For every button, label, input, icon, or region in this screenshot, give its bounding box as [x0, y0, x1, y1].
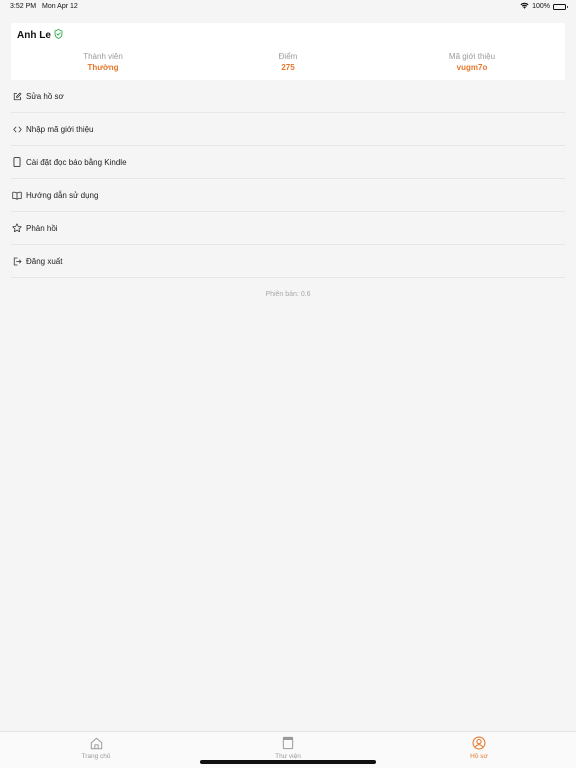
status-bar: 3:52 PM Mon Apr 12 100%: [0, 0, 576, 16]
battery-icon: [553, 3, 568, 10]
status-date: Mon Apr 12: [42, 3, 78, 10]
verified-shield-icon: [54, 29, 63, 42]
profile-card: Anh Le Thành viên Thường Điểm 275 Mã giớ…: [11, 23, 565, 80]
home-icon: [41, 735, 151, 751]
home-indicator: [200, 760, 376, 764]
stat-label: Thành viên: [83, 52, 123, 61]
star-icon: [12, 223, 22, 233]
menu-item-kindle-settings[interactable]: Cài đặt đọc báo bằng Kindle: [11, 146, 565, 179]
menu-item-label: Hướng dẫn sử dụng: [26, 190, 99, 200]
tab-label: Thư viện: [275, 753, 301, 760]
profile-stats: Thành viên Thường Điểm 275 Mã giới thiệu…: [11, 51, 565, 75]
tab-label: Hồ sơ: [470, 753, 488, 760]
menu-item-label: Đăng xuất: [26, 256, 63, 266]
stat-label: Mã giới thiệu: [448, 52, 496, 61]
menu-item-label: Sửa hồ sơ: [26, 91, 64, 101]
stat-membership: Thành viên Thường: [11, 51, 195, 74]
menu-item-feedback[interactable]: Phản hồi: [11, 212, 565, 245]
tab-profile[interactable]: Hồ sơ: [424, 735, 534, 765]
book-open-icon: [12, 190, 22, 200]
profile-icon: [424, 735, 534, 751]
menu-item-edit-profile[interactable]: Sửa hồ sơ: [11, 80, 565, 113]
menu-item-label: Nhập mã giới thiệu: [26, 124, 94, 134]
stat-referral-code: Mã giới thiệu vugm7o: [380, 51, 564, 74]
profile-name-row: Anh Le: [17, 29, 63, 42]
menu-item-label: Phản hồi: [26, 223, 58, 233]
app-version: Phiên bản: 0.6: [265, 291, 311, 298]
menu-item-user-guide[interactable]: Hướng dẫn sử dụng: [11, 179, 565, 212]
tablet-icon: [12, 157, 22, 167]
tab-label: Trang chủ: [81, 753, 111, 760]
battery-percent: 100%: [532, 3, 550, 10]
status-time: 3:52 PM: [10, 3, 37, 10]
stat-value: Thường: [87, 63, 119, 72]
profile-menu: Sửa hồ sơ Nhập mã giới thiệu Cài đặt đọc…: [11, 80, 565, 278]
wifi-icon: [520, 2, 529, 11]
logout-icon: [12, 256, 22, 266]
menu-item-logout[interactable]: Đăng xuất: [11, 245, 565, 278]
menu-item-label: Cài đặt đọc báo bằng Kindle: [26, 157, 127, 167]
stat-value: 275: [281, 63, 295, 72]
stat-label: Điểm: [278, 52, 298, 61]
tab-home[interactable]: Trang chủ: [41, 735, 151, 765]
stat-points: Điểm 275: [196, 51, 380, 74]
menu-item-enter-referral[interactable]: Nhập mã giới thiệu: [11, 113, 565, 146]
stat-value: vugm7o: [456, 63, 488, 72]
profile-name: Anh Le: [17, 30, 51, 41]
library-icon: [233, 735, 343, 751]
status-right: 100%: [520, 2, 568, 11]
code-icon: [12, 124, 22, 134]
edit-icon: [12, 91, 22, 101]
